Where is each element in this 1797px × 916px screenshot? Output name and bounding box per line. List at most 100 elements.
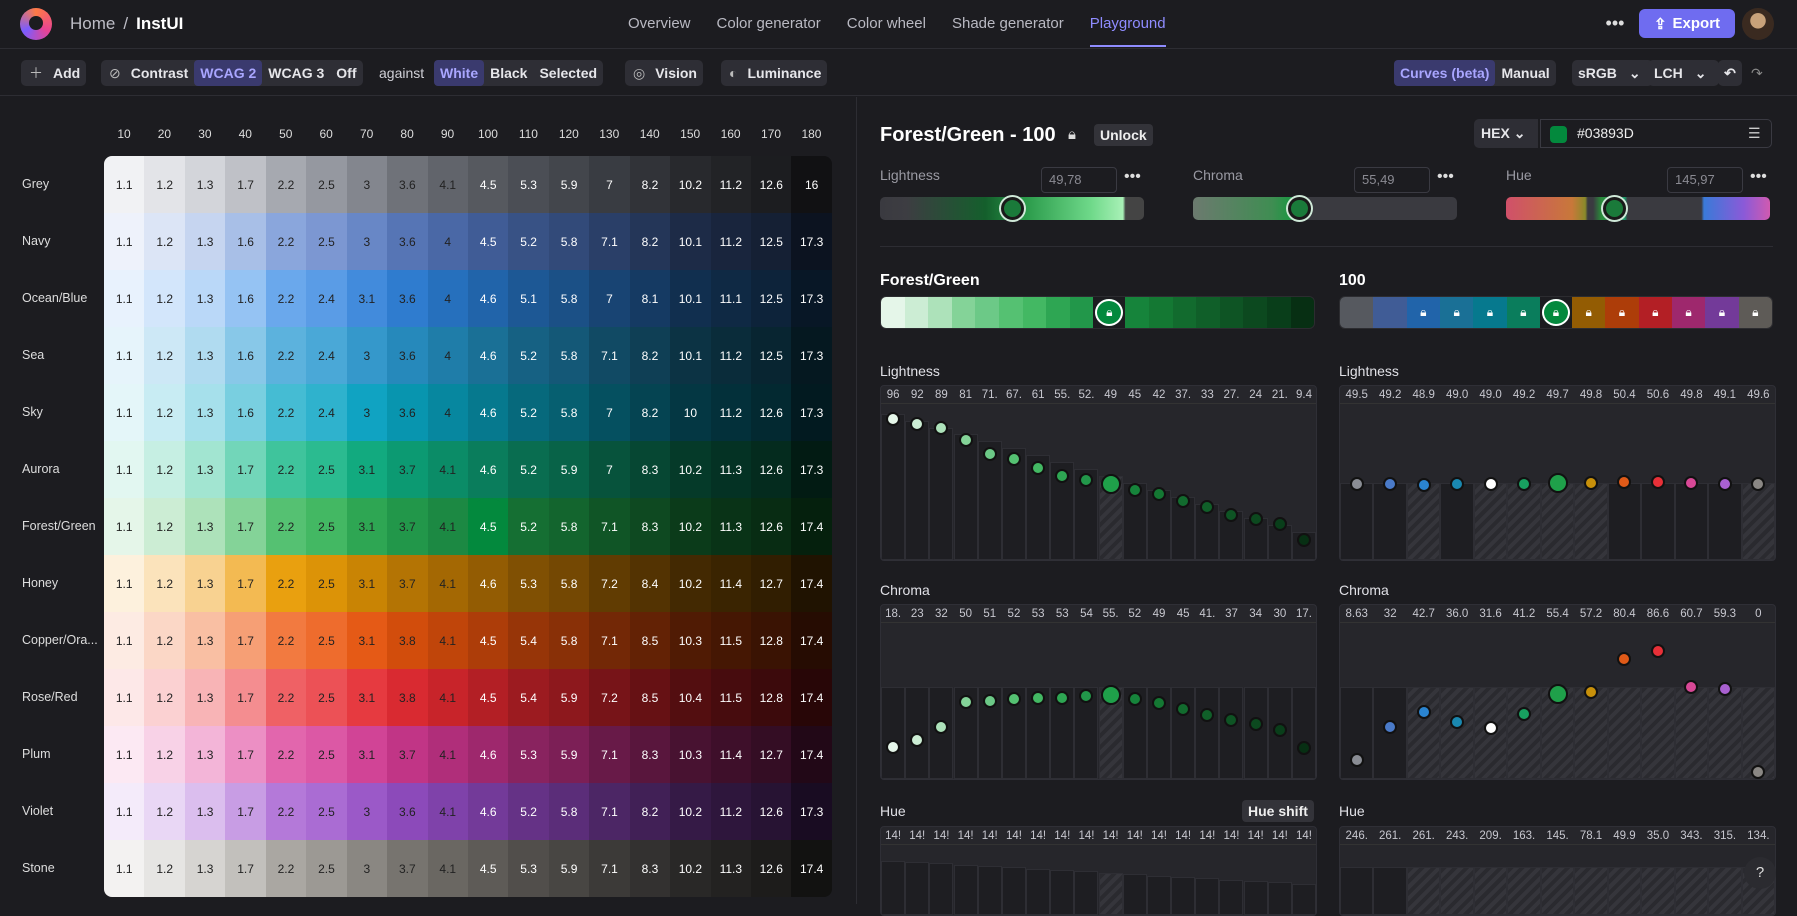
curve-point[interactable]	[1100, 685, 1121, 705]
grid-cell[interactable]: 12.6	[751, 840, 792, 897]
swatch[interactable]	[928, 297, 952, 328]
grid-cell[interactable]: 1.7	[225, 726, 266, 783]
grid-cell[interactable]: 4.6	[467, 726, 509, 783]
right-chroma-curve[interactable]: 8.63 32 42.7 36.0 31.6 41.2 55.4 57.2 80.4 86.6 60…	[1339, 604, 1776, 780]
off-option[interactable]: Off	[330, 60, 362, 86]
swatch[interactable]	[951, 297, 976, 328]
swatch[interactable]: 🔒︎	[1541, 299, 1570, 326]
curve-point[interactable]	[1031, 460, 1046, 475]
grid-cell[interactable]: 4	[427, 327, 468, 384]
grid-cell[interactable]: 7	[589, 441, 630, 498]
swatch[interactable]	[1069, 297, 1094, 328]
grid-cell[interactable]: 1.6	[225, 327, 266, 384]
grid-cell[interactable]: 11.2	[710, 213, 752, 270]
swatch[interactable]	[1243, 297, 1267, 328]
grid-cell[interactable]: 2.2	[265, 441, 307, 498]
grid-cell[interactable]: 1.6	[225, 213, 266, 270]
curve-point[interactable]	[886, 411, 901, 426]
grid-cell[interactable]: 8.1	[629, 270, 671, 327]
grid-cell[interactable]: 4.5	[467, 612, 509, 669]
grid-cell[interactable]: 1.3	[184, 783, 226, 840]
grid-cell[interactable]: 11.5	[710, 612, 752, 669]
grid-cell[interactable]: 11.3	[710, 840, 752, 897]
grid-cell[interactable]: 3.8	[387, 612, 428, 669]
slider-track[interactable]	[1193, 197, 1457, 220]
grid-cell[interactable]: 3.1	[346, 555, 388, 612]
grid-cell[interactable]: 2.5	[306, 498, 347, 555]
grid-cell[interactable]: 3.6	[387, 270, 428, 327]
grid-cell[interactable]: 10	[670, 384, 711, 441]
grid-cell[interactable]: 12.6	[751, 156, 792, 213]
curve-point[interactable]	[1416, 705, 1431, 720]
grid-cell[interactable]: 5.8	[548, 612, 590, 669]
grid-cell[interactable]: 10.2	[670, 156, 711, 213]
grid-cell[interactable]: 1.7	[225, 783, 266, 840]
row-header[interactable]: Copper/Ora...	[22, 633, 104, 647]
grid-cell[interactable]: 1.1	[104, 783, 145, 840]
grid-cell[interactable]: 4.6	[467, 441, 509, 498]
grid-cell[interactable]: 2.5	[306, 612, 347, 669]
grid-cell[interactable]: 1.2	[144, 213, 185, 270]
grid-cell[interactable]: 1.2	[144, 612, 185, 669]
grid-cell[interactable]: 7.2	[589, 669, 630, 726]
grid-cell[interactable]: 17.3	[791, 270, 832, 327]
grid-cell[interactable]: 4.6	[467, 555, 509, 612]
grid-cell[interactable]: 17.4	[791, 840, 832, 897]
grid-cell[interactable]: 2.5	[306, 669, 347, 726]
grid-cell[interactable]: 1.1	[104, 156, 145, 213]
grid-cell[interactable]: 8.5	[629, 612, 671, 669]
grid-cell[interactable]: 1.1	[104, 498, 145, 555]
app-logo[interactable]	[20, 8, 52, 40]
curve-point[interactable]	[910, 732, 925, 747]
grid-cell[interactable]: 1.2	[144, 498, 185, 555]
grid-cell[interactable]: 4.6	[467, 384, 509, 441]
grid-cell[interactable]: 1.1	[104, 270, 145, 327]
grid-cell[interactable]: 1.1	[104, 441, 145, 498]
grid-cell[interactable]: 1.1	[104, 384, 145, 441]
grid-cell[interactable]: 5.9	[548, 441, 590, 498]
grid-cell[interactable]: 11.2	[710, 783, 752, 840]
grid-cell[interactable]: 17.4	[791, 669, 832, 726]
grid-cell[interactable]: 1.2	[144, 555, 185, 612]
grid-cell[interactable]: 10.2	[670, 840, 711, 897]
curve-point[interactable]	[958, 432, 973, 447]
grid-cell[interactable]: 2.5	[306, 441, 347, 498]
curve-point[interactable]	[1349, 476, 1364, 491]
grid-cell[interactable]: 7.2	[589, 555, 630, 612]
grid-cell[interactable]: 2.5	[306, 156, 347, 213]
grid-cell[interactable]: 5.8	[548, 555, 590, 612]
grid-cell[interactable]: 10.2	[670, 783, 711, 840]
grid-cell[interactable]: 1.7	[225, 441, 266, 498]
grid-cell[interactable]: 4.1	[427, 555, 468, 612]
grid-cell[interactable]: 2.5	[306, 555, 347, 612]
grid-cell[interactable]: 5.2	[508, 783, 549, 840]
grid-cell[interactable]: 7	[589, 270, 630, 327]
grid-cell[interactable]: 11.1	[710, 270, 752, 327]
grid-cell[interactable]: 1.6	[225, 270, 266, 327]
grid-cell[interactable]: 3	[346, 840, 388, 897]
grid-cell[interactable]: 2.5	[306, 213, 347, 270]
curve-point[interactable]	[1650, 643, 1665, 658]
grid-cell[interactable]: 4	[427, 213, 468, 270]
grid-cell[interactable]: 3.7	[387, 441, 428, 498]
swatch[interactable]	[1022, 297, 1047, 328]
undo-icon[interactable]: ↶	[1718, 60, 1742, 86]
contrast-toggle[interactable]: Contrast	[125, 60, 195, 86]
grid-cell[interactable]: 8.2	[629, 384, 671, 441]
help-button[interactable]: ?	[1744, 857, 1776, 889]
grid-cell[interactable]: 8.3	[629, 840, 671, 897]
grid-cell[interactable]: 4.5	[467, 669, 509, 726]
grid-cell[interactable]: 7.1	[589, 840, 630, 897]
grid-cell[interactable]: 5.3	[508, 156, 549, 213]
grid-cell[interactable]: 12.8	[751, 612, 792, 669]
grid-cell[interactable]: 1.2	[144, 441, 185, 498]
model-select[interactable]: LCH ⌄	[1648, 60, 1719, 86]
row-header[interactable]: Aurora	[22, 462, 104, 476]
luminance-button[interactable]: ◐ Luminance	[721, 60, 828, 86]
grid-cell[interactable]: 17.4	[791, 555, 832, 612]
row-header[interactable]: Violet	[22, 804, 104, 818]
grid-cell[interactable]: 4.6	[467, 270, 509, 327]
curve-point[interactable]	[1100, 474, 1121, 495]
grid-cell[interactable]: 1.2	[144, 840, 185, 897]
nav-color-wheel[interactable]: Color wheel	[847, 15, 926, 32]
